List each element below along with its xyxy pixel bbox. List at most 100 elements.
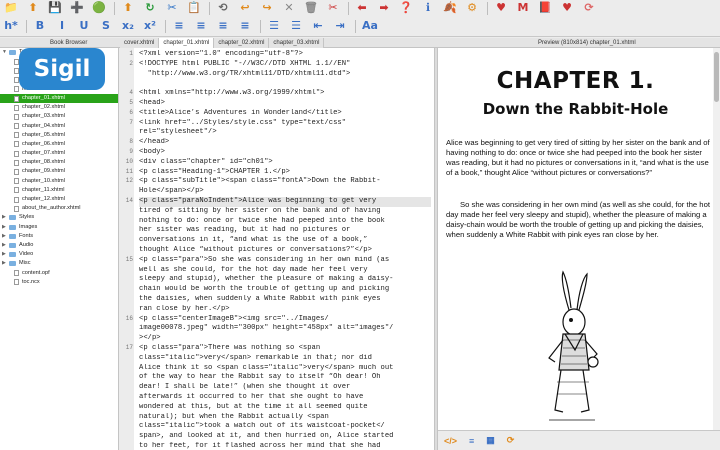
toolbar-button[interactable]: ↪ [260,1,274,16]
expand-arrow-icon[interactable]: ▶ [2,223,7,232]
editor-tab[interactable]: chapter_02.xhtml [214,38,270,48]
toolbar-button[interactable]: ➕ [70,1,84,16]
toolbar-button[interactable]: 🗑 [304,1,318,16]
code-line[interactable]: rel="stylesheet"/> [139,128,431,138]
format-button[interactable]: ⇤ [311,19,325,34]
code-line[interactable]: <p class="Heading-1">CHAPTER 1.</p> [139,168,431,178]
code-line[interactable]: ran close by her.</p> [139,305,431,315]
code-line[interactable]: sleepy and stupid), whether the pleasure… [139,275,431,285]
code-line[interactable]: conversations in it, “and what is the us… [139,236,431,246]
code-line[interactable]: thought Alice “without pictures or conve… [139,246,431,256]
book-browser-item[interactable]: about_the_author.xhtml [0,204,118,213]
book-browser-item[interactable]: chapter_05.xhtml [0,131,118,140]
toolbar-button[interactable]: 🟢 [92,1,106,16]
code-line[interactable]: wondered at this, but at the time it all… [139,403,431,413]
toolbar-button[interactable]: ♥ [494,1,508,16]
code-line[interactable]: well as she could, for the hot day made … [139,266,431,276]
code-line[interactable]: Hole</span></p> [139,187,431,197]
code-line[interactable]: <?xml version="1.0" encoding="utf-8"?> [139,50,431,60]
toolbar-button[interactable]: ➡ [377,1,391,16]
expand-arrow-icon[interactable]: ▶ [2,232,7,241]
code-line[interactable]: ></p> [139,334,431,344]
format-button[interactable]: x₂ [121,19,135,34]
code-line[interactable]: <p class="para">There was nothing so <sp… [139,344,431,354]
editor-tab[interactable]: cover.xhtml [120,38,160,48]
toolbar-button[interactable]: ✂ [326,1,340,16]
toolbar-button[interactable]: 📋 [187,1,201,16]
toolbar-button[interactable]: ⟲ [216,1,230,16]
toolbar-button[interactable]: ❓ [399,1,413,16]
book-browser-item[interactable]: chapter_01.xhtml [0,93,118,104]
book-browser-item[interactable]: chapter_11.xhtml [0,186,118,195]
book-browser-item[interactable]: toc.ncx [0,278,118,287]
code-line[interactable]: afterwards it occurred to her that she o… [139,393,431,403]
toolbar-button[interactable]: ↩ [238,1,252,16]
preview-tool-button[interactable]: </> [444,436,457,446]
editor-tab[interactable]: chapter_01.xhtml [159,38,215,48]
book-browser-item[interactable]: ▶ Fonts [0,232,118,241]
code-line[interactable]: of the way to hear the Rabbit say to its… [139,373,431,383]
toolbar-button[interactable]: M [516,1,530,16]
code-line[interactable] [139,79,431,89]
expand-arrow-icon[interactable]: ▶ [2,250,7,259]
book-browser-item[interactable]: chapter_03.xhtml [0,112,118,121]
code-line[interactable]: dear! I shall be late!” (when she though… [139,383,431,393]
book-browser-item[interactable]: ▶ Video [0,250,118,259]
code-line[interactable]: <link href="../Styles/style.css" type="t… [139,119,431,129]
code-line[interactable]: "http://www.w3.org/TR/xhtml11/DTD/xhtml1… [139,70,431,80]
toolbar-button[interactable]: ⬆ [121,1,135,16]
book-browser-item[interactable]: chapter_09.xhtml [0,167,118,176]
book-browser-item[interactable]: ▶ Misc [0,259,118,268]
format-button[interactable]: ⇥ [333,19,347,34]
toolbar-button[interactable]: 📕 [538,1,552,16]
toolbar-button[interactable]: ✂ [165,1,179,16]
code-line[interactable]: <p class="subTitle"><span class="fontA">… [139,177,431,187]
toolbar-button[interactable]: ↻ [143,1,157,16]
toolbar-button[interactable]: ℹ [421,1,435,16]
code-line[interactable]: tired of sitting by her sister on the ba… [139,207,431,217]
code-line[interactable]: <div class="chapter" id="ch01"> [139,158,431,168]
format-button[interactable]: ≡ [238,19,252,34]
preview-tool-button[interactable]: ≡ [469,436,474,446]
book-browser-item[interactable]: ▶ Styles [0,213,118,222]
code-line[interactable]: the daisies, when suddenly a White Rabbi… [139,295,431,305]
toolbar-button[interactable]: ⬅ [355,1,369,16]
expand-arrow-icon[interactable]: ▼ [2,48,7,57]
code-line[interactable]: to her feet, for it flashed across her m… [139,442,431,450]
format-button[interactable]: I [55,19,69,34]
code-line[interactable]: her sister was reading, but it had no pi… [139,226,431,236]
preview-tool-button[interactable]: ▦ [486,435,495,446]
code-editor[interactable]: 1 2 4 5 6 7 8 9 10 11 12 14 15 16 17 <?xml version="1.… [120,48,434,450]
format-button[interactable]: ≡ [172,19,186,34]
preview-scrollbar[interactable] [713,48,720,430]
code-line[interactable]: </head> [139,138,431,148]
code-line[interactable]: <body> [139,148,431,158]
code-line[interactable]: nothing to do: once or twice she had pee… [139,217,431,227]
format-button[interactable]: ☰ [289,19,303,34]
book-browser-item[interactable]: chapter_12.xhtml [0,195,118,204]
code-line[interactable]: <title>Alice’s Adventures in Wonderland<… [139,109,431,119]
book-browser-item[interactable]: chapter_06.xhtml [0,140,118,149]
code-line[interactable]: class="italic">very</span> remarkable in… [139,354,431,364]
book-browser-item[interactable]: chapter_08.xhtml [0,158,118,167]
book-browser-item[interactable]: ▶ Images [0,223,118,232]
format-button[interactable]: B [33,19,47,34]
format-button[interactable]: h* [4,19,18,34]
format-button[interactable]: Aa [362,19,378,34]
code-line[interactable]: span>, and looked at it, and then hurrie… [139,432,431,442]
expand-arrow-icon[interactable]: ▶ [2,259,7,268]
book-browser-item[interactable]: chapter_10.xhtml [0,177,118,186]
editor-tab[interactable]: chapter_03.xhtml [269,38,325,48]
preview-tool-button[interactable]: ⟳ [507,435,515,446]
expand-arrow-icon[interactable]: ▶ [2,241,7,250]
toolbar-button[interactable]: ✕ [282,1,296,16]
toolbar-button[interactable]: ⬆ [26,1,40,16]
toolbar-button[interactable]: 🍂 [443,1,457,16]
code-line[interactable]: <!DOCTYPE html PUBLIC "-//W3C//DTD XHTML… [139,60,431,70]
expand-arrow-icon[interactable]: ▶ [2,213,7,222]
toolbar-button[interactable]: ⚙ [465,1,479,16]
book-browser-item[interactable]: chapter_04.xhtml [0,122,118,131]
code-line[interactable]: class="italic">took a watch out of its w… [139,422,431,432]
book-browser-item[interactable]: chapter_02.xhtml [0,103,118,112]
format-button[interactable]: ☰ [267,19,281,34]
